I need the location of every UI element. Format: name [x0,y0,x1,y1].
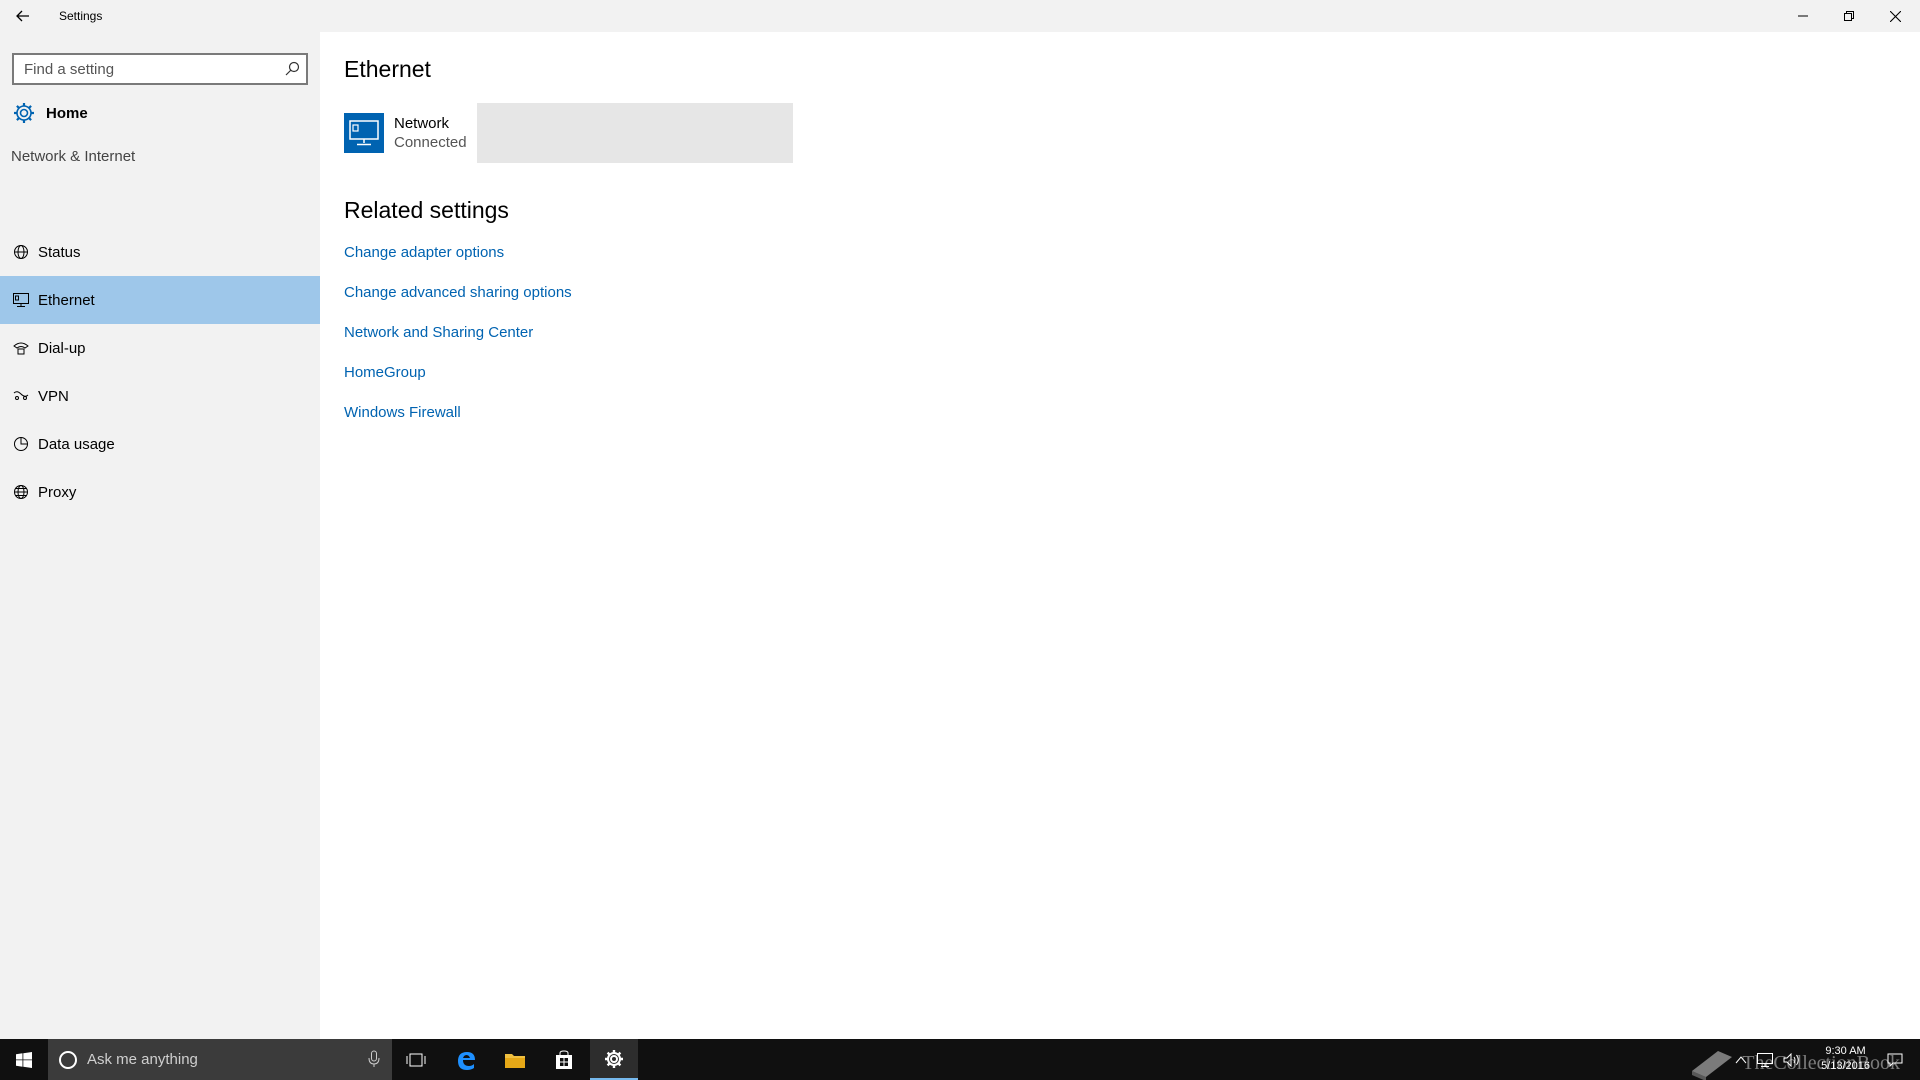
change-adapter-options-link[interactable]: Change adapter options [344,244,572,284]
sidebar-item-label: Status [38,243,81,261]
store-bag-icon [556,1049,572,1069]
proxy-globe-icon [12,483,30,501]
sidebar-item-label: VPN [38,387,69,405]
edge-button[interactable] [442,1039,490,1080]
ethernet-monitor-icon [344,113,384,153]
home-label: Home [46,104,88,122]
store-button[interactable] [540,1039,588,1080]
task-view-icon [406,1053,426,1066]
sidebar-item-label: Dial-up [38,339,86,357]
taskbar: Ask me anything TheCollectionBook 9:30 A… [0,1039,1920,1080]
taskbar-clock[interactable]: 9:30 AM 5/13/2016 [1821,1044,1870,1074]
cortana-placeholder: Ask me anything [87,1051,198,1068]
sidebar-nav: Status Ethernet Dial-up VPN Data usage P… [0,228,320,516]
sidebar-item-data-usage[interactable]: Data usage [0,420,320,468]
book-logo-icon [1692,1051,1733,1080]
network-name: Network [394,115,450,132]
ethernet-icon [12,291,30,309]
sidebar-item-dialup[interactable]: Dial-up [0,324,320,372]
close-button[interactable] [1872,0,1918,32]
main-content: Ethernet Network Connected Related setti… [320,32,1920,1039]
back-button[interactable] [0,0,46,32]
homegroup-link[interactable]: HomeGroup [344,364,572,404]
windows-firewall-link[interactable]: Windows Firewall [344,404,572,444]
edge-browser-icon [458,1051,475,1070]
network-tray-icon[interactable] [1757,1052,1773,1067]
system-tray [1735,1039,1801,1080]
sidebar-item-label: Data usage [38,435,115,453]
sidebar: Home Network & Internet Status Ethernet … [0,32,320,1039]
sidebar-item-ethernet[interactable]: Ethernet [0,276,320,324]
file-explorer-button[interactable] [491,1039,539,1080]
related-settings-title: Related settings [344,197,509,223]
minimize-button[interactable] [1780,0,1826,32]
cortana-search-box[interactable]: Ask me anything [48,1039,392,1080]
title-bar: Settings [0,0,1920,32]
dialup-icon [12,339,30,357]
window-title: Settings [59,9,103,23]
sidebar-item-vpn[interactable]: VPN [0,372,320,420]
home-nav-item[interactable]: Home [0,93,320,133]
sidebar-item-status[interactable]: Status [0,228,320,276]
search-input[interactable] [14,60,274,78]
action-center-button[interactable] [1870,1039,1920,1080]
data-usage-icon [12,435,30,453]
gear-icon [14,103,34,123]
network-info: Network Connected [394,115,467,151]
show-hidden-icons-icon[interactable] [1735,1055,1747,1065]
change-advanced-sharing-link[interactable]: Change advanced sharing options [344,284,572,324]
status-globe-icon [12,243,30,261]
restore-button[interactable] [1826,0,1872,32]
section-title: Network & Internet [11,148,136,165]
back-arrow-icon [16,10,29,22]
task-view-button[interactable] [392,1039,440,1080]
cortana-icon [59,1050,77,1069]
vpn-icon [12,387,30,405]
clock-date: 5/13/2016 [1821,1060,1870,1072]
network-sharing-center-link[interactable]: Network and Sharing Center [344,324,572,364]
sidebar-item-label: Proxy [38,483,77,501]
windows-logo-icon [16,1051,32,1068]
search-icon[interactable] [284,61,300,77]
volume-icon[interactable] [1783,1052,1801,1067]
network-tile[interactable]: Network Connected [335,103,793,163]
network-status: Connected [394,134,467,151]
sidebar-item-label: Ethernet [38,291,95,309]
sidebar-item-proxy[interactable]: Proxy [0,468,320,516]
related-links: Change adapter options Change advanced s… [344,244,572,444]
page-title: Ethernet [344,56,431,82]
settings-app-button[interactable] [590,1039,638,1080]
close-icon [1889,10,1901,22]
start-button[interactable] [0,1039,48,1080]
settings-gear-icon [605,1049,623,1068]
network-tile-main[interactable]: Network Connected [335,103,477,163]
notification-icon [1887,1053,1903,1067]
folder-icon [505,1053,525,1068]
search-box[interactable] [12,53,308,85]
clock-time: 9:30 AM [1825,1045,1866,1057]
minimize-icon [1798,15,1808,17]
microphone-icon[interactable] [368,1050,380,1068]
restore-icon [1844,11,1854,21]
